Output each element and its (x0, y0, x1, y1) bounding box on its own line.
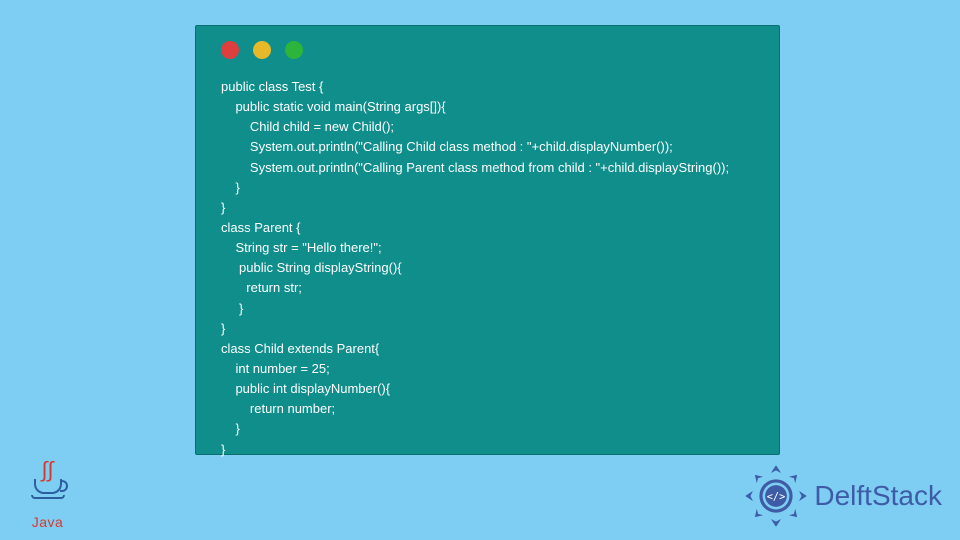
code-block: public class Test { public static void m… (221, 77, 759, 460)
minimize-icon (253, 41, 271, 59)
svg-text:</>: </> (767, 491, 786, 503)
brand-logo: </> DelftStack (744, 464, 942, 528)
window-traffic-lights (221, 41, 759, 59)
brand-badge-icon: </> (744, 464, 808, 528)
java-logo: ∫∫ Java (20, 463, 75, 530)
code-window: public class Test { public static void m… (195, 25, 780, 455)
close-icon (221, 41, 239, 59)
java-logo-label: Java (20, 514, 75, 530)
maximize-icon (285, 41, 303, 59)
java-cup-icon: ∫∫ (20, 463, 75, 513)
brand-label: DelftStack (814, 480, 942, 512)
